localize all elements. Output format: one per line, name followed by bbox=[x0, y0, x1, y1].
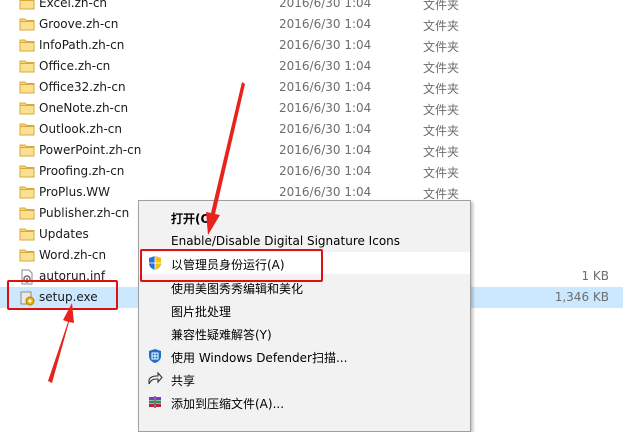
context-menu-label: 兼容性疑难解答(Y) bbox=[171, 328, 272, 342]
context-menu-item[interactable]: 共享 bbox=[139, 368, 470, 390]
folder-icon bbox=[19, 248, 35, 262]
file-name: PowerPoint.zh-cn bbox=[39, 143, 142, 157]
file-type: 文件夹 bbox=[423, 166, 460, 180]
file-type: 文件夹 bbox=[423, 19, 460, 33]
folder-icon bbox=[19, 0, 35, 10]
folder-icon bbox=[19, 206, 35, 220]
context-menu-item[interactable]: 添加到压缩文件(A)... bbox=[139, 391, 470, 413]
file-date: 2016/6/30 1:04 bbox=[279, 59, 372, 73]
context-menu-label: 使用美图秀秀编辑和美化 bbox=[171, 282, 304, 296]
file-name: OneNote.zh-cn bbox=[39, 101, 129, 115]
file-type: 文件夹 bbox=[423, 82, 460, 96]
file-date: 2016/6/30 1:04 bbox=[279, 101, 372, 115]
file-row[interactable]: Outlook.zh-cn 2016/6/30 1:04 文件夹 bbox=[0, 119, 623, 140]
folder-icon bbox=[19, 185, 35, 199]
file-type: 文件夹 bbox=[423, 0, 460, 12]
file-name: Publisher.zh-cn bbox=[39, 206, 130, 220]
file-row[interactable]: PowerPoint.zh-cn 2016/6/30 1:04 文件夹 bbox=[0, 140, 623, 161]
file-name: Proofing.zh-cn bbox=[39, 164, 125, 178]
file-row[interactable]: Office.zh-cn 2016/6/30 1:04 文件夹 bbox=[0, 56, 623, 77]
annotation-box-setup bbox=[7, 280, 118, 310]
context-menu-label: 图片批处理 bbox=[171, 305, 232, 319]
context-menu-label: 使用 Windows Defender扫描... bbox=[171, 351, 348, 365]
file-date: 2016/6/30 1:04 bbox=[279, 122, 372, 136]
context-menu-label: Enable/Disable Digital Signature Icons bbox=[171, 234, 401, 248]
context-menu-item[interactable]: 打开(O) bbox=[139, 206, 470, 228]
folder-icon bbox=[19, 122, 35, 136]
file-row[interactable]: OneNote.zh-cn 2016/6/30 1:04 文件夹 bbox=[0, 98, 623, 119]
folder-icon bbox=[19, 59, 35, 73]
folder-icon bbox=[19, 164, 35, 178]
context-menu-label: 添加到压缩文件(A)... bbox=[171, 397, 285, 411]
file-row[interactable]: Proofing.zh-cn 2016/6/30 1:04 文件夹 bbox=[0, 161, 623, 182]
context-menu-item[interactable]: 图片批处理 bbox=[139, 299, 470, 321]
folder-icon bbox=[19, 143, 35, 157]
file-type: 文件夹 bbox=[423, 145, 460, 159]
context-menu: 打开(O) Enable/Disable Digital Signature Ic… bbox=[138, 200, 471, 432]
context-menu-item[interactable]: 兼容性疑难解答(Y) bbox=[139, 322, 470, 344]
context-menu-label: 打开(O) bbox=[171, 212, 217, 226]
file-date: 2016/6/30 1:04 bbox=[279, 143, 372, 157]
file-name: Groove.zh-cn bbox=[39, 17, 119, 31]
file-name: Word.zh-cn bbox=[39, 248, 107, 262]
annotation-box-run-as-admin bbox=[140, 249, 323, 282]
file-date: 2016/6/30 1:04 bbox=[279, 80, 372, 94]
context-menu-item[interactable]: 使用 Windows Defender扫描... bbox=[139, 345, 470, 367]
file-size: 1 KB bbox=[581, 269, 609, 283]
file-name: InfoPath.zh-cn bbox=[39, 38, 125, 52]
file-date: 2016/6/30 1:04 bbox=[279, 164, 372, 178]
file-name: Outlook.zh-cn bbox=[39, 122, 122, 136]
folder-icon bbox=[19, 80, 35, 94]
file-name: Excel.zh-cn bbox=[39, 0, 108, 10]
file-date: 2016/6/30 1:04 bbox=[279, 185, 372, 199]
file-row[interactable]: Excel.zh-cn 2016/6/30 1:04 文件夹 bbox=[0, 0, 623, 14]
folder-icon bbox=[19, 17, 35, 31]
file-type: 文件夹 bbox=[423, 103, 460, 117]
file-row[interactable]: Office32.zh-cn 2016/6/30 1:04 文件夹 bbox=[0, 77, 623, 98]
folder-icon bbox=[19, 101, 35, 115]
file-date: 2016/6/30 1:04 bbox=[279, 0, 372, 10]
file-row[interactable]: InfoPath.zh-cn 2016/6/30 1:04 文件夹 bbox=[0, 35, 623, 56]
share-icon bbox=[147, 371, 163, 387]
file-date: 2016/6/30 1:04 bbox=[279, 17, 372, 31]
file-type: 文件夹 bbox=[423, 61, 460, 75]
folder-icon bbox=[19, 227, 35, 241]
winrar-icon bbox=[147, 394, 163, 410]
file-name: Office32.zh-cn bbox=[39, 80, 126, 94]
file-date: 2016/6/30 1:04 bbox=[279, 38, 372, 52]
file-type: 文件夹 bbox=[423, 40, 460, 54]
file-name: Office.zh-cn bbox=[39, 59, 111, 73]
file-size: 1,346 KB bbox=[554, 290, 609, 304]
file-name: ProPlus.WW bbox=[39, 185, 111, 199]
file-name: Updates bbox=[39, 227, 89, 241]
folder-icon bbox=[19, 38, 35, 52]
windows-defender-icon bbox=[147, 348, 163, 364]
file-type: 文件夹 bbox=[423, 124, 460, 138]
file-row[interactable]: Groove.zh-cn 2016/6/30 1:04 文件夹 bbox=[0, 14, 623, 35]
context-menu-label: 共享 bbox=[171, 374, 196, 388]
